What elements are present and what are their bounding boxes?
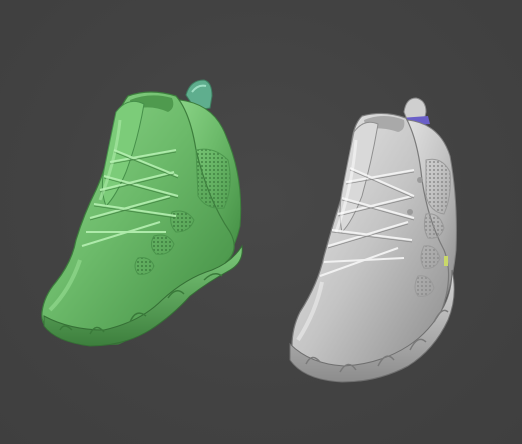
green-sneaker-model[interactable] [41,79,243,347]
gray-sneaker-model[interactable] [289,97,457,383]
viewport-scene [41,79,457,383]
3d-viewport[interactable] [0,0,522,444]
